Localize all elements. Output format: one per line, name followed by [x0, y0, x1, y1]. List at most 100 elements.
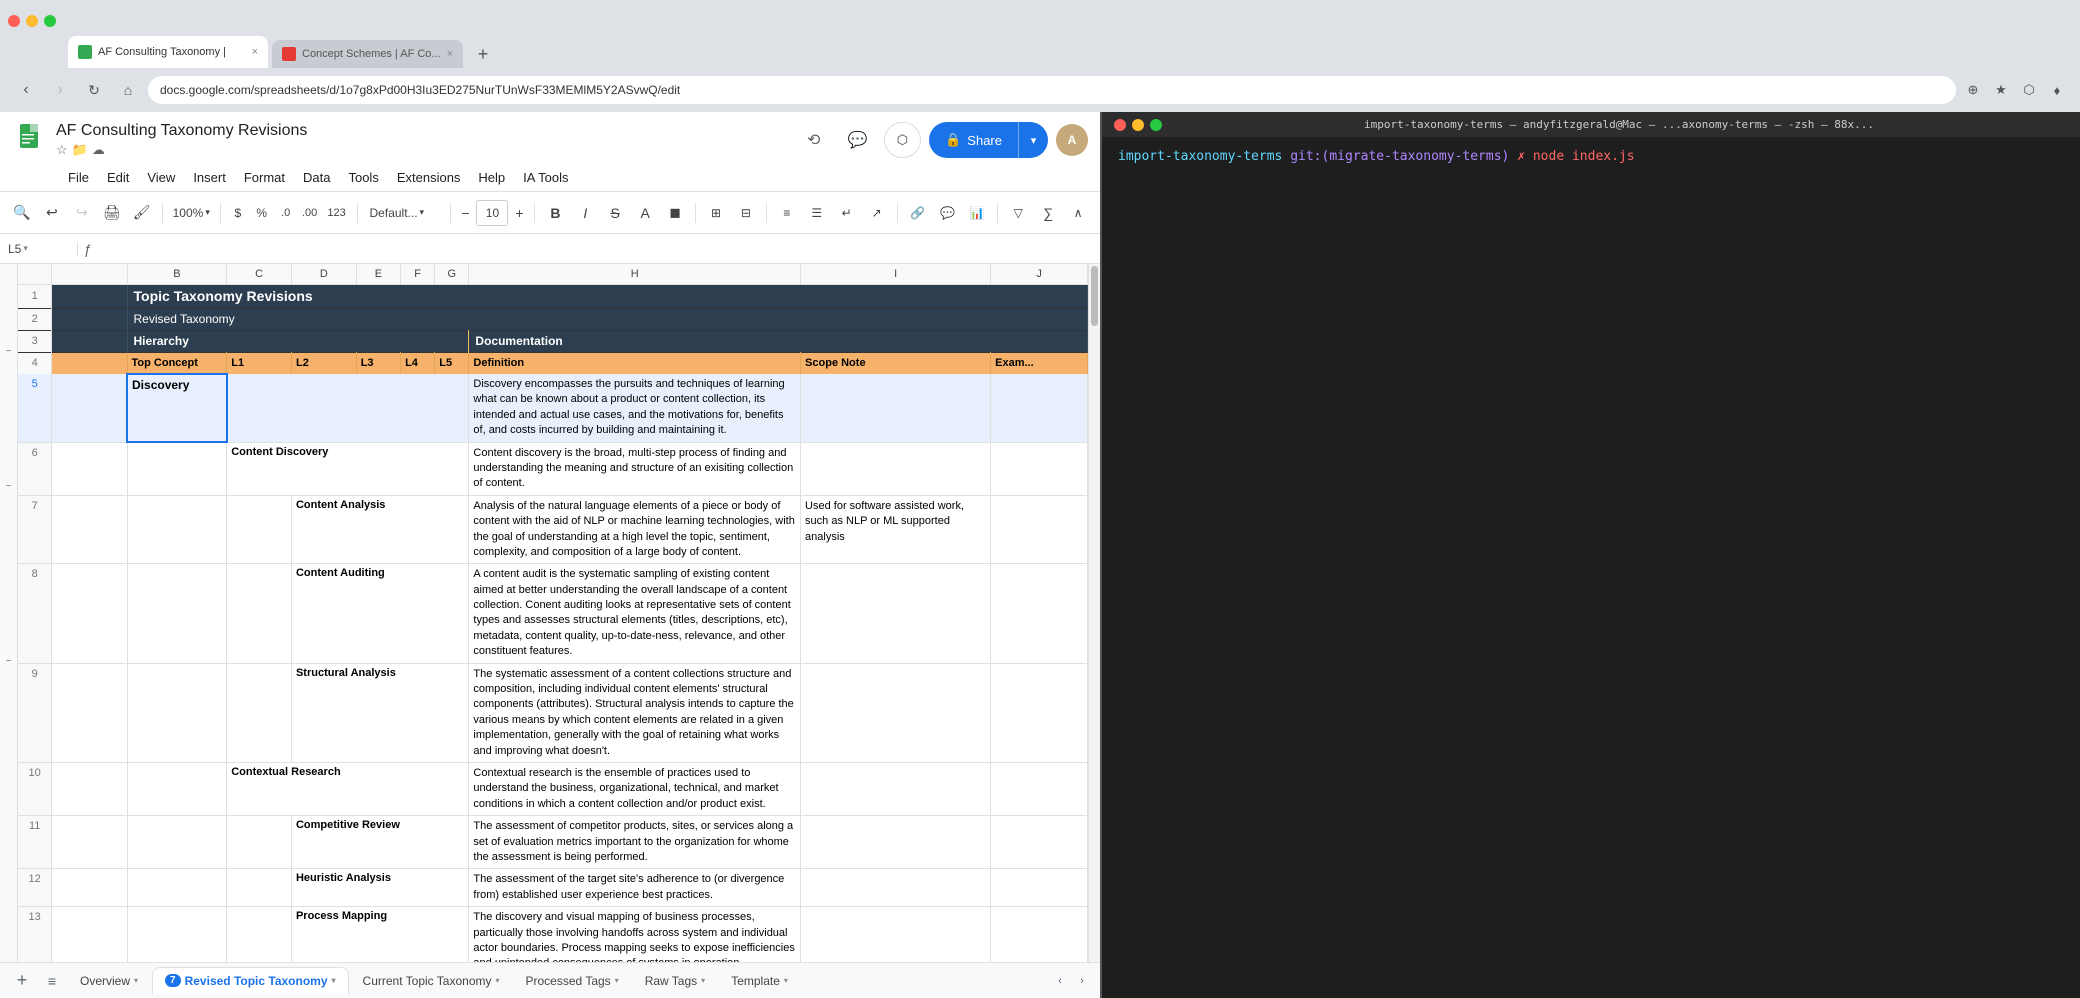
menu-edit[interactable]: Edit	[99, 166, 137, 190]
sigma-icon[interactable]: ƒ	[84, 241, 92, 257]
cell-g4[interactable]: L5	[435, 352, 469, 374]
home-button[interactable]: ⌂	[114, 76, 142, 104]
col-header-i[interactable]: I	[801, 264, 991, 284]
share-button[interactable]: 🔒 Share ▾	[929, 122, 1048, 158]
ext-icon-1[interactable]: ⊕	[1962, 79, 1984, 101]
ext-icon-2[interactable]: ★	[1990, 79, 2012, 101]
back-button[interactable]: ‹	[12, 76, 40, 104]
cell-i11[interactable]	[801, 816, 991, 869]
scroll-tabs-left[interactable]: ‹	[1050, 971, 1070, 991]
cell-c9[interactable]	[227, 663, 292, 762]
cell-j6[interactable]	[991, 442, 1088, 495]
cell-h3[interactable]: Documentation	[469, 330, 1088, 352]
cell-j9[interactable]	[991, 663, 1088, 762]
tab-overview[interactable]: Overview ▾	[68, 967, 150, 995]
merge-button[interactable]: ⊟	[732, 199, 760, 227]
cell-d13[interactable]: Process Mapping	[291, 907, 468, 962]
cloud-icon[interactable]: ☁	[92, 142, 105, 158]
rotate-button[interactable]: ↗	[863, 199, 891, 227]
font-size-decrease[interactable]: −	[457, 200, 475, 226]
cell-j11[interactable]	[991, 816, 1088, 869]
cell-c12[interactable]	[227, 869, 292, 907]
scroll-tabs-right[interactable]: ›	[1072, 971, 1092, 991]
tab-raw-tags[interactable]: Raw Tags ▾	[633, 967, 718, 995]
cell-h11[interactable]: The assessment of competitor products, s…	[469, 816, 801, 869]
cell-b11[interactable]	[127, 816, 227, 869]
cell-j10[interactable]	[991, 762, 1088, 815]
cell-i13[interactable]	[801, 907, 991, 962]
minimize-button[interactable]	[26, 15, 38, 27]
collapse-row10[interactable]: −	[6, 481, 12, 492]
cell-h9[interactable]: The systematic assessment of a content c…	[469, 663, 801, 762]
cell-a5[interactable]	[52, 374, 127, 442]
menu-view[interactable]: View	[139, 166, 183, 190]
cell-c11[interactable]	[227, 816, 292, 869]
undo-button[interactable]: ↩	[38, 199, 66, 227]
cell-a3[interactable]	[52, 330, 127, 352]
cell-b5[interactable]: Discovery	[127, 374, 227, 442]
col-header-j[interactable]: J	[991, 264, 1088, 284]
browser-tab-1[interactable]: AF Consulting Taxonomy | ×	[68, 36, 268, 68]
new-tab-button[interactable]: +	[467, 40, 499, 68]
cell-c13[interactable]	[227, 907, 292, 962]
cell-c6[interactable]: Content Discovery	[227, 442, 469, 495]
search-button[interactable]: 🔍	[8, 199, 36, 227]
cell-d7[interactable]: Content Analysis	[291, 495, 468, 564]
cell-a1[interactable]	[52, 284, 127, 308]
text-color-button[interactable]: A	[631, 199, 659, 227]
maximize-button[interactable]	[44, 15, 56, 27]
cell-d11[interactable]: Competitive Review	[291, 816, 468, 869]
cell-c8[interactable]	[227, 564, 292, 663]
cell-a6[interactable]	[52, 442, 127, 495]
cell-b1[interactable]: Topic Taxonomy Revisions	[127, 284, 1087, 308]
cell-h8[interactable]: A content audit is the systematic sampli…	[469, 564, 801, 663]
folder-icon[interactable]: 📁	[72, 142, 88, 158]
cell-a10[interactable]	[52, 762, 127, 815]
terminal-body[interactable]: import-taxonomy-terms git:(migrate-taxon…	[1102, 137, 2080, 998]
cell-reference[interactable]: L5 ▾	[8, 242, 78, 256]
tab-close-2[interactable]: ×	[447, 48, 453, 60]
menu-insert[interactable]: Insert	[185, 166, 234, 190]
cell-b9[interactable]	[127, 663, 227, 762]
cell-b6[interactable]	[127, 442, 227, 495]
cell-h6[interactable]: Content discovery is the broad, multi-st…	[469, 442, 801, 495]
menu-tools[interactable]: Tools	[340, 166, 386, 190]
formula-input[interactable]	[98, 241, 1092, 256]
cell-b12[interactable]	[127, 869, 227, 907]
col-header-c[interactable]: C	[227, 264, 292, 284]
cell-j5[interactable]	[991, 374, 1088, 442]
cell-i5[interactable]	[801, 374, 991, 442]
cell-c4[interactable]: L1	[227, 352, 292, 374]
cell-d4[interactable]: L2	[291, 352, 356, 374]
cell-i7[interactable]: Used for software assisted work, such as…	[801, 495, 991, 564]
ext-icon-4[interactable]: ♦	[2046, 79, 2068, 101]
tab-processed-tags[interactable]: Processed Tags ▾	[514, 967, 631, 995]
cell-b8[interactable]	[127, 564, 227, 663]
redo-button[interactable]: ↪	[68, 199, 96, 227]
cell-d9[interactable]: Structural Analysis	[291, 663, 468, 762]
tab-close-1[interactable]: ×	[252, 46, 258, 58]
cell-b13[interactable]	[127, 907, 227, 962]
halign-button[interactable]: ≡	[773, 199, 801, 227]
cell-h12[interactable]: The assessment of the target site's adhe…	[469, 869, 801, 907]
cell-h10[interactable]: Contextual research is the ensemble of p…	[469, 762, 801, 815]
filter-button[interactable]: ▽	[1004, 199, 1032, 227]
cell-e4[interactable]: L3	[356, 352, 400, 374]
comment-button[interactable]: 💬	[840, 122, 876, 158]
strikethrough-button[interactable]: S	[601, 199, 629, 227]
col-header-b[interactable]: B	[127, 264, 227, 284]
col-header-g[interactable]: G	[435, 264, 469, 284]
collapse-row6[interactable]: −	[6, 346, 12, 357]
menu-format[interactable]: Format	[236, 166, 293, 190]
percent-button[interactable]: %	[251, 199, 273, 227]
add-sheet-button[interactable]: +	[8, 967, 36, 995]
cell-i10[interactable]	[801, 762, 991, 815]
cell-c10[interactable]: Contextual Research	[227, 762, 469, 815]
cell-b2[interactable]: Revised Taxonomy	[127, 308, 1087, 330]
cell-i12[interactable]	[801, 869, 991, 907]
cell-j7[interactable]	[991, 495, 1088, 564]
address-input[interactable]	[148, 76, 1956, 104]
cell-f4[interactable]: L4	[401, 352, 435, 374]
col-header-e[interactable]: E	[356, 264, 400, 284]
zoom-dropdown[interactable]: 100% ▾	[169, 199, 214, 227]
